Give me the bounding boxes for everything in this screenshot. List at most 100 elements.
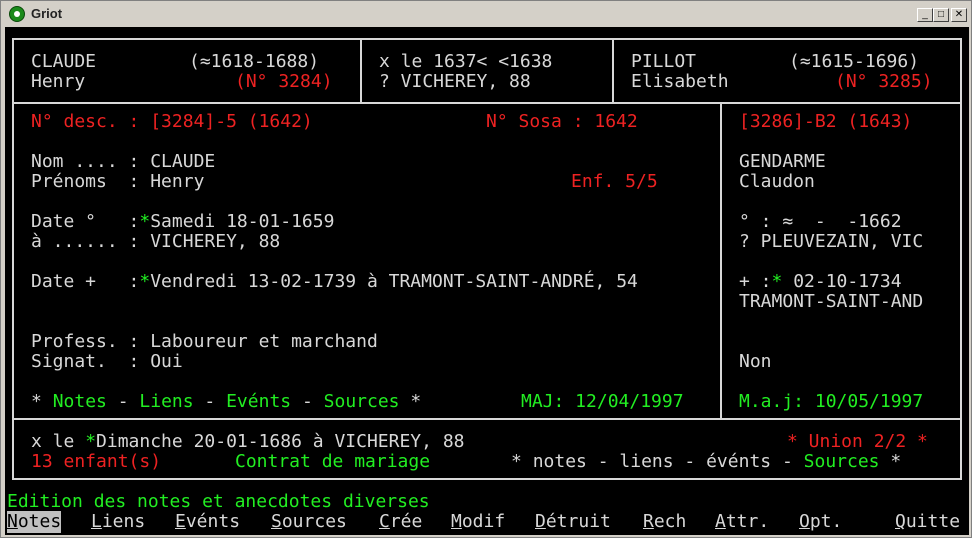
name-label: Nom .... :: [31, 151, 151, 172]
union-events-link[interactable]: événts: [706, 451, 771, 472]
death-label: Date + :: [31, 271, 140, 292]
sources-link[interactable]: Sources: [324, 391, 400, 412]
father-firstname[interactable]: Henry: [31, 72, 85, 92]
menu-notes[interactable]: Notes: [7, 511, 62, 533]
menu-recherche[interactable]: Rech: [643, 511, 686, 533]
union-star-marker: *: [85, 431, 97, 452]
union-links-star-right: *: [879, 451, 902, 472]
children-count[interactable]: 13 enfant(s): [31, 452, 161, 472]
menu-sources[interactable]: Sources: [271, 511, 347, 533]
union-date-row: x le *Dimanche 20-01-1686 à VICHEREY, 88: [31, 432, 465, 452]
title-bar[interactable]: Griot _ □ ✕: [3, 3, 969, 25]
menu-detruit[interactable]: Détruit: [535, 511, 611, 533]
union-date-value[interactable]: Dimanche 20-01-1686 à VICHEREY, 88: [96, 431, 464, 452]
birth-place-label: à ...... :: [31, 231, 151, 252]
person-last-update: MAJ: 12/04/1997: [521, 391, 684, 412]
father-number: (N° 3284): [235, 71, 333, 92]
links-separator: -: [291, 391, 324, 412]
union-links-star-left: *: [511, 451, 533, 472]
links-separator: -: [106, 391, 140, 412]
birth-place-row: à ...... : VICHEREY, 88: [31, 232, 280, 252]
spouse-birth-place: ? PLEUVEZAIN, VIC: [739, 231, 924, 252]
frame-right: [960, 38, 962, 480]
firstnames-row: Prénoms : Henry: [31, 172, 204, 192]
spouse-reference: [3286]-B2 (1643): [739, 111, 913, 132]
name-row: Nom .... : CLAUDE: [31, 152, 215, 172]
menu-modif[interactable]: Modif: [451, 511, 505, 533]
status-line: Edition des notes et anecdotes diverses: [7, 491, 430, 512]
union-notes-link[interactable]: notes: [533, 451, 587, 472]
frame-top: [12, 38, 962, 40]
firstnames-label: Prénoms :: [31, 171, 151, 192]
parents-marriage-date: x le 1637< <1638: [379, 51, 553, 72]
birth-date-label: Date ° :: [31, 211, 140, 232]
frame-divider-father: [360, 38, 362, 104]
maximize-button[interactable]: □: [933, 8, 949, 22]
name-value[interactable]: CLAUDE: [150, 151, 215, 172]
spouse-surname[interactable]: GENDARME: [739, 152, 826, 172]
birth-date-value[interactable]: Samedi 18-01-1659: [150, 211, 334, 232]
union-sources-link[interactable]: Sources: [804, 451, 880, 472]
spouse-last-update: M.a.j: 10/05/1997: [739, 391, 924, 412]
menu-evenements[interactable]: Evénts: [175, 511, 240, 533]
command-menu: Notes Liens Evénts Sources Crée Modif Dé…: [5, 511, 969, 533]
window-title: Griot: [31, 6, 63, 21]
birth-place-value[interactable]: VICHEREY, 88: [150, 231, 280, 252]
firstnames-value[interactable]: Henry: [150, 171, 204, 192]
union-links-row: * notes - liens - événts - Sources *: [511, 452, 901, 472]
spouse-death-place: TRAMONT-SAINT-AND: [739, 291, 924, 312]
spouse-signature: Non: [739, 351, 772, 372]
spouse-death-date: 02-10-1734: [782, 271, 902, 292]
links-separator: -: [771, 451, 804, 472]
frame-bottom: [12, 478, 962, 480]
mother-surname[interactable]: PILLOT: [631, 52, 696, 72]
death-row: Date + :*Vendredi 13-02-1739 à TRAMONT-S…: [31, 272, 638, 292]
menu-quitte[interactable]: Quitte: [895, 511, 960, 533]
app-icon: [9, 6, 25, 22]
birth-date-row: Date ° :*Samedi 18-01-1659: [31, 212, 334, 232]
menu-attributs[interactable]: Attr.: [715, 511, 769, 533]
descendant-number: N° desc. : [3284]-5 (1642): [31, 111, 313, 132]
signature-label: Signat. :: [31, 351, 151, 372]
links-separator: -: [193, 391, 227, 412]
notes-link[interactable]: Notes: [53, 391, 107, 412]
menu-liens[interactable]: Liens: [91, 511, 145, 533]
minimize-button[interactable]: _: [917, 8, 933, 22]
profession-label: Profess. :: [31, 331, 151, 352]
terminal-screen: CLAUDE (≈1618-1688) Henry (N° 3284) x le…: [5, 27, 969, 535]
birth-star-marker: *: [139, 211, 151, 232]
links-separator: -: [673, 451, 707, 472]
links-star-left: *: [31, 391, 53, 412]
events-link[interactable]: Evénts: [226, 391, 291, 412]
mother-dates: (≈1615-1696): [789, 51, 920, 72]
app-window: Griot _ □ ✕ CLAUDE (≈1618-1688) Henry (N…: [0, 0, 972, 538]
signature-value[interactable]: Oui: [150, 351, 183, 372]
death-star-marker: *: [139, 271, 151, 292]
union-counter: * Union 2/2 *: [787, 431, 928, 452]
marriage-contract-link[interactable]: Contrat de mariage: [235, 452, 430, 472]
sosa-number: N° Sosa : 1642: [486, 111, 638, 132]
union-liens-link[interactable]: liens: [619, 451, 673, 472]
close-button[interactable]: ✕: [951, 8, 967, 22]
person-links-row: * Notes - Liens - Evénts - Sources *: [31, 392, 421, 412]
signature-row: Signat. : Oui: [31, 352, 183, 372]
menu-options[interactable]: Opt.: [799, 511, 842, 533]
frame-left: [12, 38, 14, 480]
menu-cree[interactable]: Crée: [379, 511, 422, 533]
death-value[interactable]: Vendredi 13-02-1739 à TRAMONT-SAINT-ANDR…: [150, 271, 638, 292]
profession-value[interactable]: Laboureur et marchand: [150, 331, 378, 352]
spouse-death-star-marker: *: [771, 271, 783, 292]
spouse-birth-date: ° : ≈ - -1662: [739, 211, 902, 232]
father-surname[interactable]: CLAUDE: [31, 52, 96, 72]
union-date-label: x le: [31, 431, 86, 452]
spouse-death-label: + :: [739, 271, 772, 292]
profession-row: Profess. : Laboureur et marchand: [31, 332, 378, 352]
liens-link[interactable]: Liens: [139, 391, 193, 412]
frame-divider-parents: [12, 102, 962, 104]
parents-marriage-place: ? VICHEREY, 88: [379, 71, 531, 92]
spouse-firstname[interactable]: Claudon: [739, 172, 815, 192]
mother-number: (N° 3285): [835, 71, 933, 92]
frame-divider-union: [12, 418, 962, 420]
mother-firstname[interactable]: Elisabeth: [631, 72, 729, 92]
father-dates: (≈1618-1688): [189, 51, 320, 72]
